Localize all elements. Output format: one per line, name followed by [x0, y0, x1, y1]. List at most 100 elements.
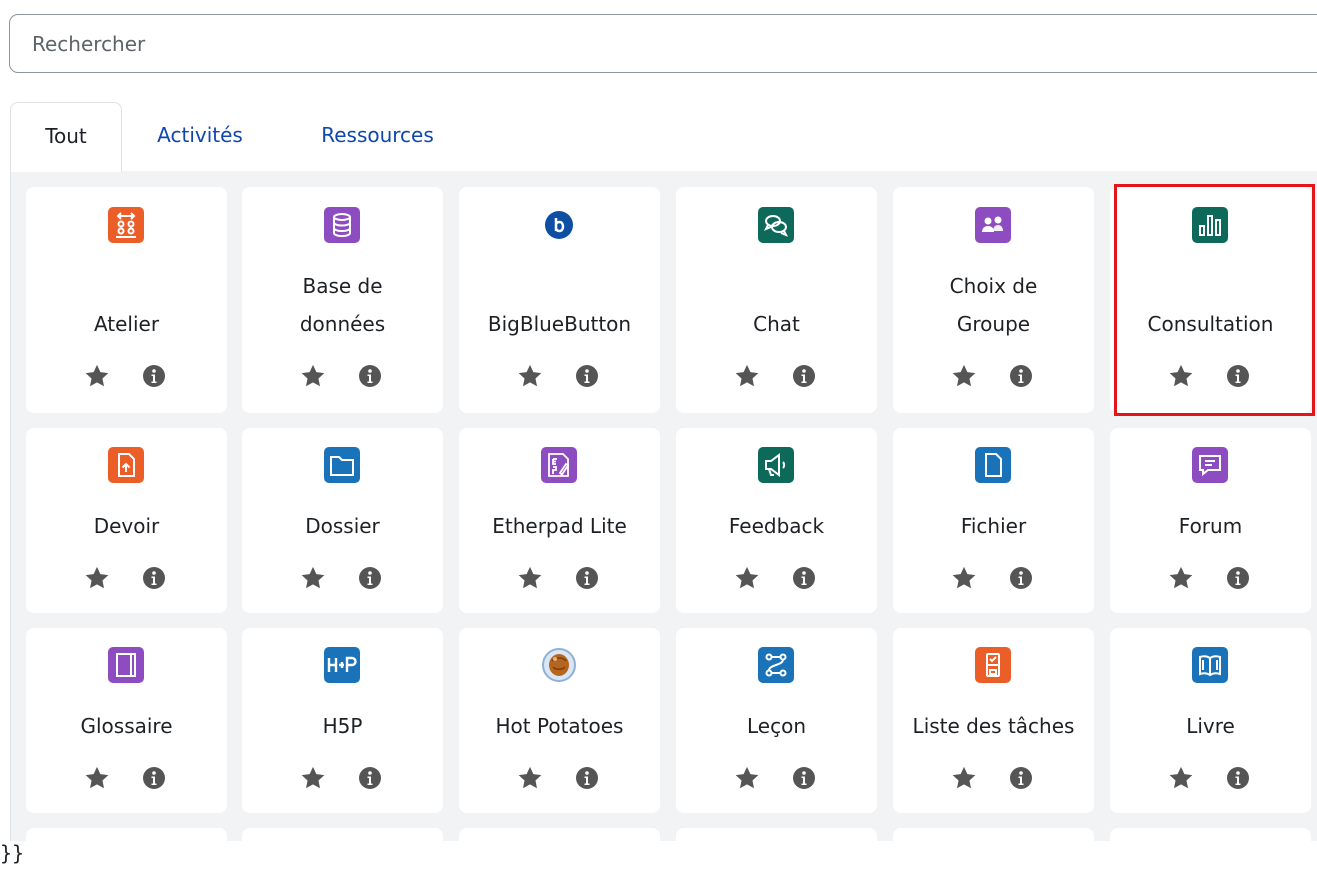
module-label: Hot Potatoes: [495, 714, 624, 738]
module-label: Etherpad Lite: [492, 514, 627, 538]
search-box[interactable]: [9, 14, 1317, 73]
info-icon[interactable]: [1009, 364, 1033, 388]
info-icon[interactable]: [142, 364, 166, 388]
chat-icon: [758, 207, 794, 243]
star-icon[interactable]: [950, 564, 978, 592]
module-card-book[interactable]: Livre: [1110, 628, 1311, 813]
module-card-etherpad[interactable]: Etherpad Lite: [459, 428, 660, 613]
module-card-feedback[interactable]: Feedback: [676, 428, 877, 613]
module-card-lesson[interactable]: Leçon: [676, 628, 877, 813]
module-card-partial[interactable]: [459, 828, 660, 841]
module-card-partial[interactable]: [676, 828, 877, 841]
star-icon[interactable]: [83, 764, 111, 792]
hotpotatoes-icon: [541, 647, 577, 683]
module-card-glossary[interactable]: Glossaire: [26, 628, 227, 813]
forum-icon: [1192, 447, 1228, 483]
info-icon[interactable]: [142, 566, 166, 590]
info-icon[interactable]: [1009, 766, 1033, 790]
info-icon[interactable]: [575, 566, 599, 590]
info-icon[interactable]: [358, 364, 382, 388]
module-label: Feedback: [728, 514, 825, 538]
stray-text: }}: [0, 841, 25, 865]
module-card-partial[interactable]: [242, 828, 443, 841]
module-card-partial[interactable]: [26, 828, 227, 841]
atelier-icon: [108, 207, 144, 243]
file-icon: [975, 447, 1011, 483]
star-icon[interactable]: [733, 764, 761, 792]
star-icon[interactable]: [516, 362, 544, 390]
tab-activities[interactable]: Activités: [150, 102, 250, 172]
tab-all[interactable]: Tout: [10, 102, 122, 172]
star-icon[interactable]: [1167, 564, 1195, 592]
star-icon[interactable]: [516, 764, 544, 792]
info-icon[interactable]: [1009, 566, 1033, 590]
star-icon[interactable]: [733, 564, 761, 592]
module-card-folder[interactable]: Dossier: [242, 428, 443, 613]
module-card-assignment[interactable]: Devoir: [26, 428, 227, 613]
module-label: Atelier: [93, 312, 160, 336]
module-card-database[interactable]: Base de données: [242, 187, 443, 413]
database-icon: [324, 207, 360, 243]
module-card-chat[interactable]: Chat: [676, 187, 877, 413]
lesson-icon: [758, 647, 794, 683]
search-input[interactable]: [32, 31, 632, 57]
module-card-bigbluebutton[interactable]: BigBlueButton: [459, 187, 660, 413]
star-icon[interactable]: [299, 362, 327, 390]
info-icon[interactable]: [575, 766, 599, 790]
info-icon[interactable]: [575, 364, 599, 388]
info-icon[interactable]: [358, 566, 382, 590]
module-label: Livre: [1186, 714, 1235, 738]
info-icon[interactable]: [1226, 364, 1250, 388]
etherpad-icon: [541, 447, 577, 483]
star-icon[interactable]: [1167, 362, 1195, 390]
module-tabs: Tout Activités Ressources: [10, 102, 1317, 172]
module-label: Consultation: [1147, 312, 1274, 336]
module-card-partial[interactable]: [1110, 828, 1311, 841]
module-label: Base de données: [299, 274, 386, 336]
module-label: Choix de Groupe: [949, 274, 1038, 336]
info-icon[interactable]: [792, 364, 816, 388]
star-icon[interactable]: [83, 362, 111, 390]
module-card-atelier[interactable]: Atelier: [26, 187, 227, 413]
star-icon[interactable]: [299, 764, 327, 792]
book-icon: [1192, 647, 1228, 683]
module-card-group-choice[interactable]: Choix de Groupe: [893, 187, 1094, 413]
module-card-consultation[interactable]: Consultation: [1110, 187, 1311, 413]
module-label: Devoir: [93, 514, 160, 538]
glossary-icon: [108, 647, 144, 683]
module-card-checklist[interactable]: Liste des tâches: [893, 628, 1094, 813]
module-label: BigBlueButton: [487, 312, 632, 336]
module-label: Leçon: [746, 714, 806, 738]
module-label: Forum: [1178, 514, 1243, 538]
star-icon[interactable]: [83, 564, 111, 592]
star-icon[interactable]: [950, 764, 978, 792]
info-icon[interactable]: [792, 766, 816, 790]
star-icon[interactable]: [950, 362, 978, 390]
bigbluebutton-icon: [541, 207, 577, 243]
info-icon[interactable]: [1226, 566, 1250, 590]
star-icon[interactable]: [299, 564, 327, 592]
star-icon[interactable]: [733, 362, 761, 390]
module-label: Dossier: [305, 514, 380, 538]
info-icon[interactable]: [792, 566, 816, 590]
info-icon[interactable]: [1226, 766, 1250, 790]
module-card-partial[interactable]: [893, 828, 1094, 841]
info-icon[interactable]: [358, 766, 382, 790]
module-card-hotpotatoes[interactable]: Hot Potatoes: [459, 628, 660, 813]
h5p-icon: [324, 647, 360, 683]
module-card-file[interactable]: Fichier: [893, 428, 1094, 613]
star-icon[interactable]: [1167, 764, 1195, 792]
info-icon[interactable]: [142, 766, 166, 790]
star-icon[interactable]: [516, 564, 544, 592]
module-card-forum[interactable]: Forum: [1110, 428, 1311, 613]
module-label: Fichier: [960, 514, 1027, 538]
module-label: Glossaire: [80, 714, 173, 738]
assignment-icon: [108, 447, 144, 483]
module-grid: Atelier Base de données BigBlueButton Ch…: [10, 171, 1317, 841]
folder-icon: [324, 447, 360, 483]
consultation-icon: [1192, 207, 1228, 243]
feedback-icon: [758, 447, 794, 483]
tab-resources[interactable]: Ressources: [310, 102, 445, 172]
checklist-icon: [975, 647, 1011, 683]
module-card-h5p[interactable]: H5P: [242, 628, 443, 813]
